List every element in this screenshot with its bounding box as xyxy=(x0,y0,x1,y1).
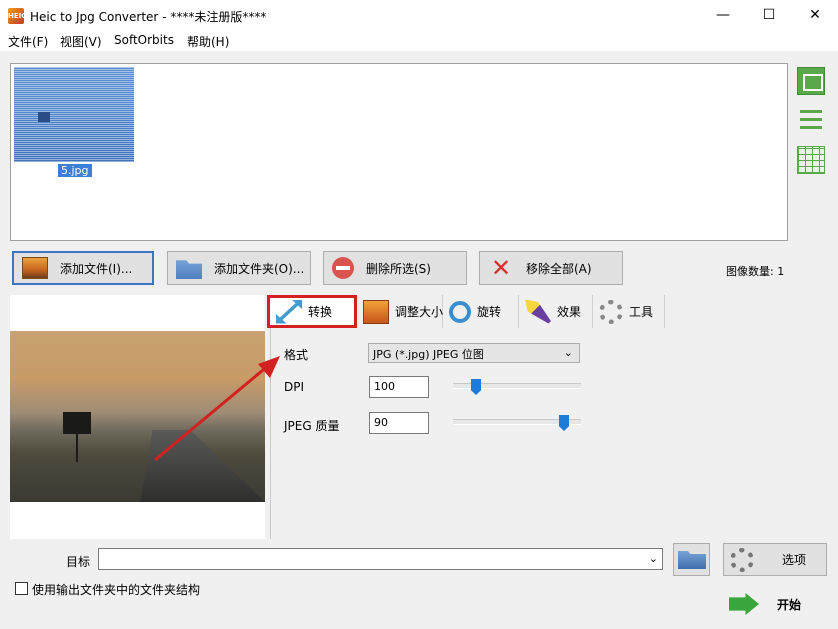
rotate-icon xyxy=(449,300,471,323)
tab-convert-label: 转换 xyxy=(308,305,333,319)
options-label: 选项 xyxy=(782,553,807,567)
red-x-icon: ✕ xyxy=(490,254,512,282)
format-select-value: JPG (*.jpg) JPEG 位图 xyxy=(373,348,484,361)
tab-tools-label: 工具 xyxy=(629,305,654,319)
delete-selected-label: 删除所选(S) xyxy=(366,261,431,276)
preview-sign-post-detail xyxy=(76,434,78,462)
add-files-label: 添加文件(I)... xyxy=(60,261,133,276)
tab-rotate[interactable]: 旋转 xyxy=(443,295,519,328)
tab-rotate-label: 旋转 xyxy=(477,305,502,319)
folder-structure-label[interactable]: 使用输出文件夹中的文件夹结构 xyxy=(32,581,200,598)
folder-structure-checkbox[interactable] xyxy=(15,582,28,595)
photo-icon xyxy=(22,257,48,279)
resize-photos-icon xyxy=(363,299,389,324)
remove-all-label: 移除全部(A) xyxy=(526,261,592,276)
thumbnail-filename[interactable]: 5.jpg xyxy=(58,164,92,177)
file-thumbnail-area[interactable]: 5.jpg xyxy=(10,63,788,241)
jpeg-quality-slider[interactable] xyxy=(453,415,581,431)
thumbnail-sign-detail xyxy=(38,112,50,122)
target-folder-input[interactable]: ⌄ xyxy=(98,548,663,570)
chevron-down-icon: ⌄ xyxy=(563,346,573,359)
add-folder-button[interactable]: 添加文件夹(O)... xyxy=(167,251,311,285)
add-folder-label: 添加文件夹(O)... xyxy=(214,261,305,276)
jpeg-quality-label: JPEG 质量 xyxy=(284,419,340,433)
image-count: 图像数量: 1 xyxy=(726,265,785,278)
list-view-icon[interactable] xyxy=(797,106,825,134)
format-select[interactable]: JPG (*.jpg) JPEG 位图 ⌄ xyxy=(368,343,580,363)
window-title: Heic to Jpg Converter - ****未注册版**** xyxy=(30,10,267,24)
preview-sign-detail xyxy=(63,412,91,434)
close-button[interactable]: ✕ xyxy=(792,0,838,31)
start-arrow-icon xyxy=(729,593,759,615)
start-button[interactable]: 开始 xyxy=(723,587,827,621)
app-icon: HEIC xyxy=(8,8,26,24)
menu-view[interactable]: 视图(V) xyxy=(60,33,102,50)
minus-circle-icon xyxy=(332,257,354,279)
gear-icon xyxy=(730,547,754,572)
tab-effects-label: 效果 xyxy=(557,305,582,319)
menu-help[interactable]: 帮助(H) xyxy=(187,33,229,50)
magic-wand-icon xyxy=(525,299,551,324)
annotation-arrow xyxy=(154,356,280,462)
delete-selected-button[interactable]: 删除所选(S) xyxy=(323,251,467,285)
menu-file[interactable]: 文件(F) xyxy=(8,33,48,50)
tab-tools[interactable]: 工具 xyxy=(593,295,665,328)
add-files-button[interactable]: 添加文件(I)... xyxy=(12,251,154,285)
target-label: 目标 xyxy=(66,555,91,569)
large-icons-view-icon[interactable] xyxy=(797,67,825,95)
jpeg-quality-input[interactable]: 90 xyxy=(369,412,429,434)
tab-effects[interactable]: 效果 xyxy=(519,295,593,328)
remove-all-button[interactable]: ✕ 移除全部(A) xyxy=(479,251,623,285)
tab-resize-label: 调整大小 xyxy=(395,305,444,319)
start-label: 开始 xyxy=(777,597,802,612)
folder-icon xyxy=(176,260,202,279)
table-view-icon[interactable] xyxy=(797,146,825,174)
chevron-down-icon[interactable]: ⌄ xyxy=(649,552,658,565)
menu-bar: 文件(F) 视图(V) SoftOrbits 帮助(H) xyxy=(0,31,838,51)
tab-resize[interactable]: 调整大小 xyxy=(357,295,443,328)
settings-tab-strip: 转换 调整大小 旋转 效果 工具 xyxy=(265,295,665,328)
dpi-input[interactable]: 100 xyxy=(369,376,429,398)
maximize-button[interactable]: ☐ xyxy=(746,0,792,31)
dpi-slider[interactable] xyxy=(453,379,581,395)
menu-softorbits[interactable]: SoftOrbits xyxy=(114,33,174,47)
options-button[interactable]: 选项 xyxy=(723,543,827,576)
gear-icon xyxy=(599,299,623,324)
minimize-button[interactable]: — xyxy=(700,0,746,31)
thumbnail-image[interactable] xyxy=(14,67,134,162)
